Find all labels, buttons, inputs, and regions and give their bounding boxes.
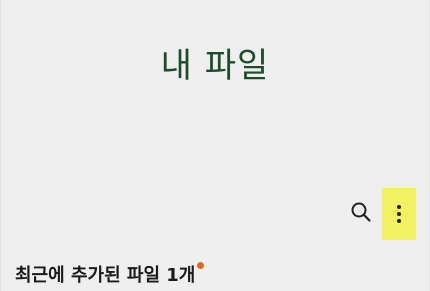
- more-options-button[interactable]: [382, 188, 416, 240]
- recent-files-header[interactable]: 최근에 추가된 파일 1개: [15, 261, 205, 287]
- new-badge-dot: [197, 262, 205, 269]
- page-title: 내 파일: [160, 46, 270, 86]
- recent-files-label: 최근에 추가된 파일 1개: [15, 265, 196, 286]
- search-button[interactable]: [345, 196, 377, 228]
- search-icon: [351, 202, 371, 222]
- my-files-screen: 내 파일 최근에 추가된 파일 1개: [0, 0, 430, 291]
- more-vertical-icon: [397, 205, 401, 223]
